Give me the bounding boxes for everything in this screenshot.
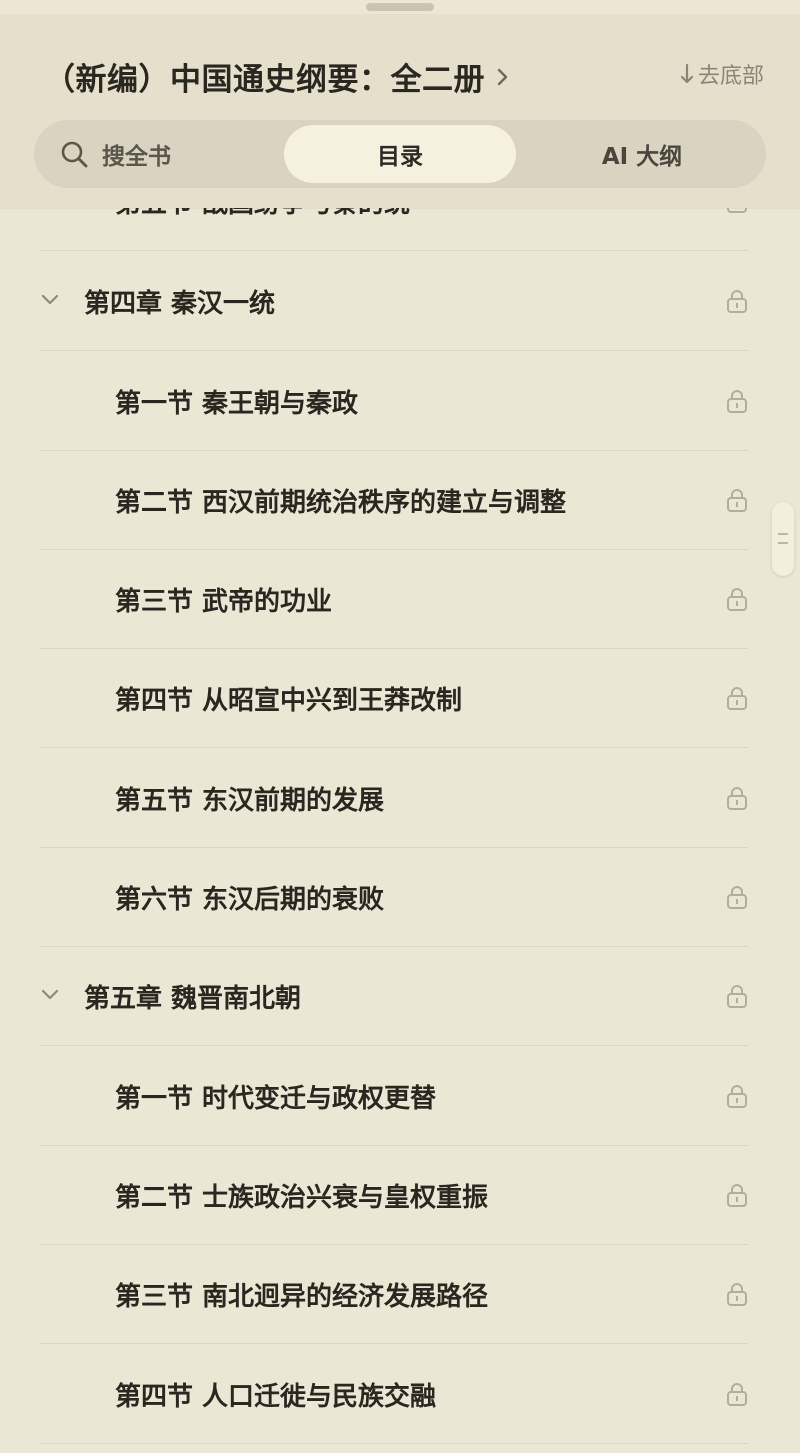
go-to-bottom-button[interactable]: 去底部 [680, 58, 764, 90]
grip-line [778, 542, 788, 544]
toc-item[interactable]: 第二节 士族政治兴衰与皇权重振 [40, 1146, 748, 1245]
toc-item-label: 第一节 时代变迁与政权更替 [115, 1083, 437, 1114]
lock-icon [727, 390, 747, 413]
scrollbar-thumb[interactable] [772, 502, 794, 576]
toc-item[interactable]: 第一节 秦王朝与秦政 [40, 352, 748, 451]
toc-item-label: 第三节 武帝的功业 [115, 586, 333, 617]
toc-item[interactable]: 第一节 时代变迁与政权更替 [40, 1047, 748, 1146]
lock-icon [727, 1283, 747, 1306]
toc-item[interactable]: 第三节 南北迥异的经济发展路径 [40, 1245, 748, 1344]
tab-toc[interactable]: 目录 [284, 125, 516, 183]
lock-icon [727, 886, 747, 909]
lock-icon [727, 1383, 747, 1406]
tab-bar: 搜全书 目录 AI 大纲 [34, 120, 766, 188]
sheet-drag-handle[interactable] [366, 3, 434, 11]
toc-chapter[interactable]: 第四章 秦汉一统 [40, 252, 748, 351]
toc-item-label: 第二节 士族政治兴衰与皇权重振 [115, 1182, 489, 1213]
toc-item[interactable]: 第四节 从昭宣中兴到王莽改制 [40, 649, 748, 748]
toc-item-label: 第四节 从昭宣中兴到王莽改制 [115, 685, 463, 716]
tab-toc-label: 目录 [377, 144, 423, 170]
chevron-right-icon [497, 68, 508, 85]
toc-item[interactable]: 第三节 武帝的功业 [40, 550, 748, 649]
toc-item-label: 第二节 西汉前期统治秩序的建立与调整 [115, 487, 567, 518]
toc-item-label: 第六节 东汉后期的衰败 [115, 884, 385, 915]
lock-icon [727, 1184, 747, 1207]
grip-line [778, 533, 788, 535]
lock-icon [727, 985, 747, 1008]
toc-item-label: 第三节 南北迥异的经济发展路径 [115, 1281, 489, 1312]
tab-ai-label: AI 大纲 [601, 144, 683, 170]
toc-sheet: 第五节 战国纷争与秦的统一 第四章 秦汉一统 第一节 秦王朝与秦政 第二节 西汉… [0, 0, 800, 1453]
tab-search-book[interactable]: 搜全书 [54, 125, 260, 183]
toc-item[interactable]: 第四节 人口迁徙与民族交融 [40, 1345, 748, 1444]
toc-chapter-label: 第五章 魏晋南北朝 [84, 983, 302, 1014]
tab-search-label: 搜全书 [102, 144, 171, 170]
lock-icon [727, 588, 747, 611]
chevron-down-icon[interactable] [40, 985, 60, 1005]
lock-icon [727, 687, 747, 710]
chevron-down-icon[interactable] [40, 290, 60, 310]
go-to-bottom-label: 去底部 [697, 64, 764, 89]
lock-icon [727, 489, 747, 512]
toc-item-label: 第一节 秦王朝与秦政 [115, 388, 359, 419]
toc-item-label: 第四节 人口迁徙与民族交融 [115, 1381, 437, 1412]
book-title[interactable]: （新编）中国通史纲要：全二册 [44, 54, 513, 99]
search-icon [61, 141, 88, 168]
toc-item-label: 第五节 东汉前期的发展 [115, 785, 385, 816]
toc-header: （新编）中国通史纲要：全二册 去底部 搜全书 目录 AI 大纲 [0, 14, 800, 208]
toc-chapter-label: 第四章 秦汉一统 [84, 288, 276, 319]
lock-icon [727, 290, 747, 313]
toc-item[interactable]: 第二节 西汉前期统治秩序的建立与调整 [40, 451, 748, 550]
arrow-down-icon [680, 63, 694, 84]
toc-item[interactable]: 第五节 东汉前期的发展 [40, 749, 748, 848]
lock-icon [727, 787, 747, 810]
toc-item[interactable]: 第六节 东汉后期的衰败 [40, 848, 748, 947]
book-title-text: （新编）中国通史纲要：全二册 [44, 62, 485, 98]
toc-chapter[interactable]: 第五章 魏晋南北朝 [40, 947, 748, 1046]
lock-icon [727, 1085, 747, 1108]
tab-ai-outline[interactable]: AI 大纲 [524, 125, 760, 183]
